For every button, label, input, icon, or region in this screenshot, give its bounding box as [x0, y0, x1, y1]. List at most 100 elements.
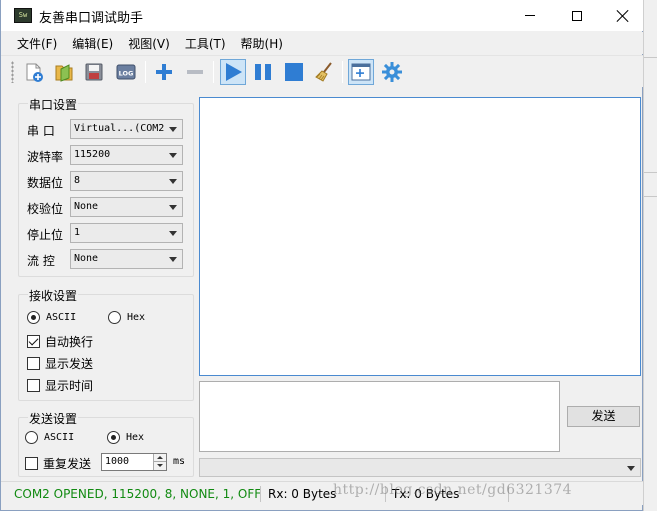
- rx-counter: Rx: 0 Bytes: [268, 487, 337, 501]
- send-text-area[interactable]: [199, 381, 560, 452]
- chevron-down-icon: [169, 179, 177, 184]
- send-hex-radio[interactable]: Hex: [107, 431, 144, 444]
- log-button[interactable]: LOG: [113, 59, 139, 85]
- new-button[interactable]: [21, 59, 47, 85]
- menu-file[interactable]: 文件(F): [10, 32, 64, 54]
- receive-hex-radio[interactable]: Hex: [108, 311, 145, 324]
- repeat-send-checkbox[interactable]: 重复发送: [25, 455, 91, 472]
- send-history-select[interactable]: [199, 458, 641, 477]
- new-file-icon: [26, 63, 43, 82]
- receive-hex-label: Hex: [127, 312, 146, 323]
- baud-label: 波特率: [27, 150, 64, 164]
- stop-bits-label: 停止位: [27, 228, 64, 242]
- chevron-down-icon: [169, 153, 177, 158]
- new-window-button[interactable]: [348, 59, 374, 85]
- title-bar[interactable]: Sw 友善串口调试助手: [1, 0, 643, 31]
- radio-selected-icon: [27, 311, 40, 324]
- show-send-label: 显示发送: [45, 357, 94, 371]
- receive-ascii-radio[interactable]: ASCII: [27, 311, 76, 324]
- start-button[interactable]: [220, 59, 246, 85]
- chevron-down-icon: [169, 231, 177, 236]
- stop-bits-value: 1: [74, 227, 81, 238]
- data-bits-value: 8: [74, 175, 81, 186]
- radio-selected-icon: [107, 431, 120, 444]
- toolbar-separator: [145, 61, 146, 83]
- send-settings-title: 发送设置: [28, 410, 79, 427]
- receive-ascii-label: ASCII: [46, 312, 77, 323]
- stepper-up-icon[interactable]: [153, 454, 166, 462]
- port-select[interactable]: Virtual...(COM2: [70, 119, 183, 139]
- stop-button[interactable]: [281, 59, 307, 85]
- pause-icon: [255, 64, 271, 80]
- minimize-button[interactable]: [507, 0, 553, 31]
- maximize-icon: [572, 10, 582, 21]
- port-status: COM2 OPENED, 115200, 8, NONE, 1, OFF: [14, 487, 262, 501]
- log-icon-text: LOG: [119, 70, 134, 78]
- menu-bar: 文件(F) 编辑(E) 视图(V) 工具(T) 帮助(H): [1, 32, 643, 54]
- chevron-down-icon: [169, 257, 177, 262]
- send-button[interactable]: 发送: [567, 406, 640, 427]
- receive-text-area[interactable]: [199, 97, 641, 376]
- close-button[interactable]: [600, 0, 646, 31]
- send-hex-label: Hex: [126, 432, 145, 443]
- stop-icon: [285, 63, 303, 81]
- play-icon: [226, 63, 242, 81]
- clear-button[interactable]: [312, 59, 338, 85]
- stop-bits-select[interactable]: 1: [70, 223, 183, 243]
- data-bits-select[interactable]: 8: [70, 171, 183, 191]
- radio-unselected-icon: [25, 431, 38, 444]
- checkbox-unchecked-icon: [27, 379, 40, 392]
- baud-value: 115200: [74, 149, 111, 160]
- flow-control-select[interactable]: None: [70, 249, 183, 269]
- add-button[interactable]: [151, 59, 177, 85]
- maximize-button[interactable]: [554, 0, 600, 31]
- repeat-send-label: 重复发送: [43, 457, 92, 471]
- menu-edit[interactable]: 编辑(E): [65, 32, 120, 54]
- background-divider: [644, 172, 657, 173]
- serial-assistant-window: Sw 友善串口调试助手 文件(F) 编辑(E) 视图(V) 工具(T) 帮助(H…: [0, 0, 643, 511]
- background-divider: [644, 196, 657, 197]
- chevron-down-icon: [169, 127, 177, 132]
- repeat-interval-stepper[interactable]: 1000: [101, 453, 167, 471]
- window-add-icon: [351, 63, 371, 81]
- menu-help[interactable]: 帮助(H): [234, 32, 290, 54]
- add-icon: [156, 64, 172, 80]
- serial-settings-title: 串口设置: [28, 96, 79, 113]
- show-time-label: 显示时间: [45, 379, 94, 393]
- auto-newline-checkbox[interactable]: 自动换行: [27, 333, 93, 350]
- menu-tools[interactable]: 工具(T): [178, 32, 233, 54]
- chevron-down-icon: [169, 205, 177, 210]
- open-button[interactable]: [51, 59, 77, 85]
- chevron-down-icon: [627, 466, 635, 471]
- toolbar-grip[interactable]: [11, 61, 14, 83]
- remove-button[interactable]: [182, 59, 208, 85]
- save-disk-icon: [85, 63, 103, 81]
- watermark: http://blog.csdn.net/gd6321374: [333, 482, 573, 498]
- window-title: 友善串口调试助手: [39, 11, 144, 26]
- settings-gear-icon: [382, 62, 402, 82]
- menu-view[interactable]: 视图(V): [121, 32, 177, 54]
- close-icon: [617, 10, 629, 22]
- repeat-interval-value: 1000: [105, 456, 130, 467]
- parity-select[interactable]: None: [70, 197, 183, 217]
- send-ascii-radio[interactable]: ASCII: [25, 431, 74, 444]
- toolbar-separator: [342, 61, 343, 83]
- broom-clear-icon: [315, 62, 332, 82]
- toolbar-separator: [213, 61, 214, 83]
- pause-button[interactable]: [250, 59, 276, 85]
- checkbox-checked-icon: [27, 335, 40, 348]
- data-bits-label: 数据位: [27, 176, 64, 190]
- show-send-checkbox[interactable]: 显示发送: [27, 355, 93, 372]
- minimize-icon: [525, 15, 535, 16]
- settings-button[interactable]: [379, 59, 405, 85]
- status-separator: [260, 486, 261, 502]
- receive-settings-title: 接收设置: [28, 287, 79, 304]
- open-folder-icon: [55, 64, 73, 82]
- show-time-checkbox[interactable]: 显示时间: [27, 377, 93, 394]
- parity-value: None: [74, 201, 99, 212]
- save-button[interactable]: [81, 59, 107, 85]
- stepper-down-icon[interactable]: [153, 462, 166, 470]
- background-window-edge: [643, 0, 657, 511]
- baud-rate-select[interactable]: 115200: [70, 145, 183, 165]
- send-ascii-label: ASCII: [44, 432, 75, 443]
